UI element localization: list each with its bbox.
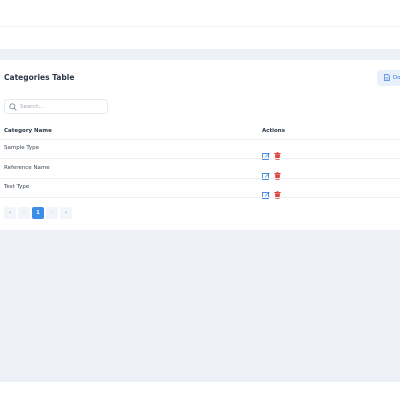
table-row: Sample Type <box>0 140 400 160</box>
category-name-cell: Sample Type <box>4 145 40 151</box>
table-row: Test Type <box>0 179 400 199</box>
column-header-category-name: Category Name <box>4 128 52 134</box>
edit-icon[interactable] <box>262 184 270 203</box>
row-divider <box>0 158 400 159</box>
search-box[interactable] <box>4 99 108 114</box>
page-1-button[interactable]: 1 <box>32 207 44 219</box>
categories-card: Categories Table Do Category Name Action… <box>0 60 400 230</box>
last-page-button[interactable]: » <box>60 207 72 219</box>
document-icon <box>384 74 390 81</box>
category-name-cell: Reference Name <box>4 165 50 171</box>
column-header-actions: Actions <box>262 128 285 134</box>
next-page-button[interactable]: › <box>46 207 58 219</box>
navbar-divider <box>0 26 400 27</box>
top-navbar <box>0 0 400 49</box>
search-input[interactable] <box>20 101 102 112</box>
footer-area <box>0 382 400 400</box>
search-icon <box>9 103 17 111</box>
card-title: Categories Table <box>4 73 75 82</box>
first-page-button[interactable]: « <box>4 207 16 219</box>
prev-page-button[interactable]: ‹ <box>18 207 30 219</box>
download-button-label: Do <box>393 74 400 81</box>
download-button[interactable]: Do <box>377 70 400 86</box>
delete-icon[interactable] <box>274 184 281 203</box>
table-row: Reference Name <box>0 160 400 180</box>
category-name-cell: Test Type <box>4 184 30 190</box>
row-divider <box>0 197 400 198</box>
